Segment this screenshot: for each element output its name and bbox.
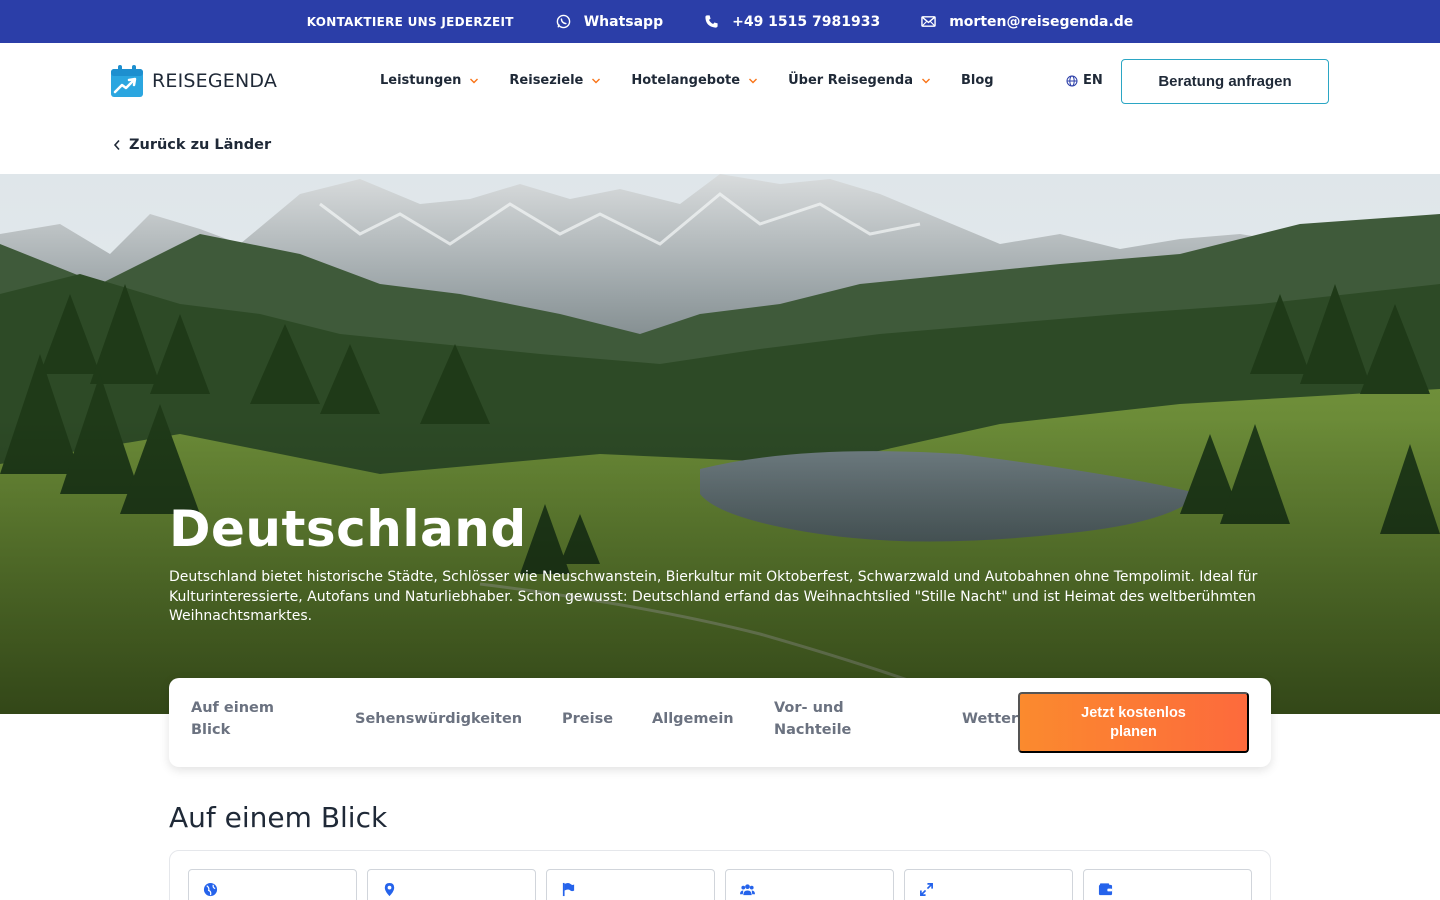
fact-tile [725,869,894,900]
phone-icon [705,15,718,28]
nav-ueber-reisegenda[interactable]: Über Reisegenda [788,73,931,88]
chevron-down-icon [922,78,930,83]
section-tabs: Auf einem Blick Sehenswürdigkeiten Preis… [169,678,1271,767]
language-label: EN [1083,73,1103,88]
nav-leistungen[interactable]: Leistungen [380,73,479,88]
tab-preise[interactable]: Preise [562,708,613,730]
globe-icon [203,882,218,897]
flag-icon [562,882,575,897]
fact-tile [188,869,357,900]
whatsapp-label: Whatsapp [583,13,664,30]
fact-tile [546,869,715,900]
chevron-down-icon [592,78,601,83]
nav-hotelangebote-label: Hotelangebote [631,73,741,88]
fact-tile [904,869,1073,900]
country-description: Deutschland bietet historische Städte, S… [169,569,1258,624]
whatsapp-link[interactable]: Whatsapp [556,14,663,30]
globe-icon [1066,75,1078,86]
people-icon [740,884,755,896]
nav-leistungen-label: Leistungen [380,73,462,88]
nav-hotelangebote[interactable]: Hotelangebote [631,73,758,88]
nav-blog[interactable]: Blog [961,73,994,88]
country-title: Deutschland [169,500,527,558]
contact-title: KONTAKTIERE UNS JEDERZEIT [306,14,514,29]
language-switcher[interactable]: EN [1066,73,1103,88]
contact-bar: KONTAKTIERE UNS JEDERZEIT Whatsapp +49 1… [0,0,1440,43]
nav-reiseziele-label: Reiseziele [509,73,584,88]
mail-icon [921,16,936,27]
facts-card [169,850,1271,900]
whatsapp-icon [556,14,571,29]
hero-banner: Deutschland Deutschland bietet historisc… [0,174,1440,714]
expand-icon [920,883,933,896]
back-to-countries-link[interactable]: Zurück zu Länder [112,137,271,153]
phone-label: +49 1515 7981933 [732,13,881,30]
logo-text: REISEGENDA [152,70,278,92]
tab-allgemein[interactable]: Allgemein [652,708,734,730]
tab-sehenswuerdigkeiten[interactable]: Sehenswürdigkeiten [355,708,522,730]
nav-blog-label: Blog [961,73,994,88]
chevron-down-icon [470,78,479,83]
phone-link[interactable]: +49 1515 7981933 [704,14,880,30]
section-title: Auf einem Blick [169,801,388,834]
plan-for-free-button[interactable]: Jetzt kostenlos planen [1018,692,1249,753]
logo[interactable]: REISEGENDA [110,64,277,98]
tab-auf-einem-blick[interactable]: Auf einem Blick [191,697,301,741]
chevron-down-icon [749,78,758,83]
chevron-left-icon [113,139,120,151]
consult-request-button[interactable]: Beratung anfragen [1121,59,1329,104]
map-pin-icon [384,882,395,897]
hero-landscape-image [0,174,1440,714]
main-nav: Leistungen Reiseziele Hotelangebote Über… [380,73,1024,88]
nav-ueber-label: Über Reisegenda [788,73,913,88]
fact-tile [1083,869,1252,900]
fact-tile [367,869,536,900]
email-link[interactable]: morten@reisegenda.de [921,14,1133,30]
tab-wetter[interactable]: Wetter [962,708,1018,730]
plan-for-free-label: Jetzt kostenlos planen [1081,704,1186,740]
tab-vor-und-nachteile[interactable]: Vor- und Nachteile [774,697,874,741]
back-link-label: Zurück zu Länder [129,137,272,153]
wallet-icon [1098,883,1113,896]
site-header: REISEGENDA Leistungen Reiseziele Hotelan… [0,43,1440,121]
nav-reiseziele[interactable]: Reiseziele [509,73,601,88]
email-label: morten@reisegenda.de [949,13,1134,30]
logo-calendar-icon [111,65,143,97]
